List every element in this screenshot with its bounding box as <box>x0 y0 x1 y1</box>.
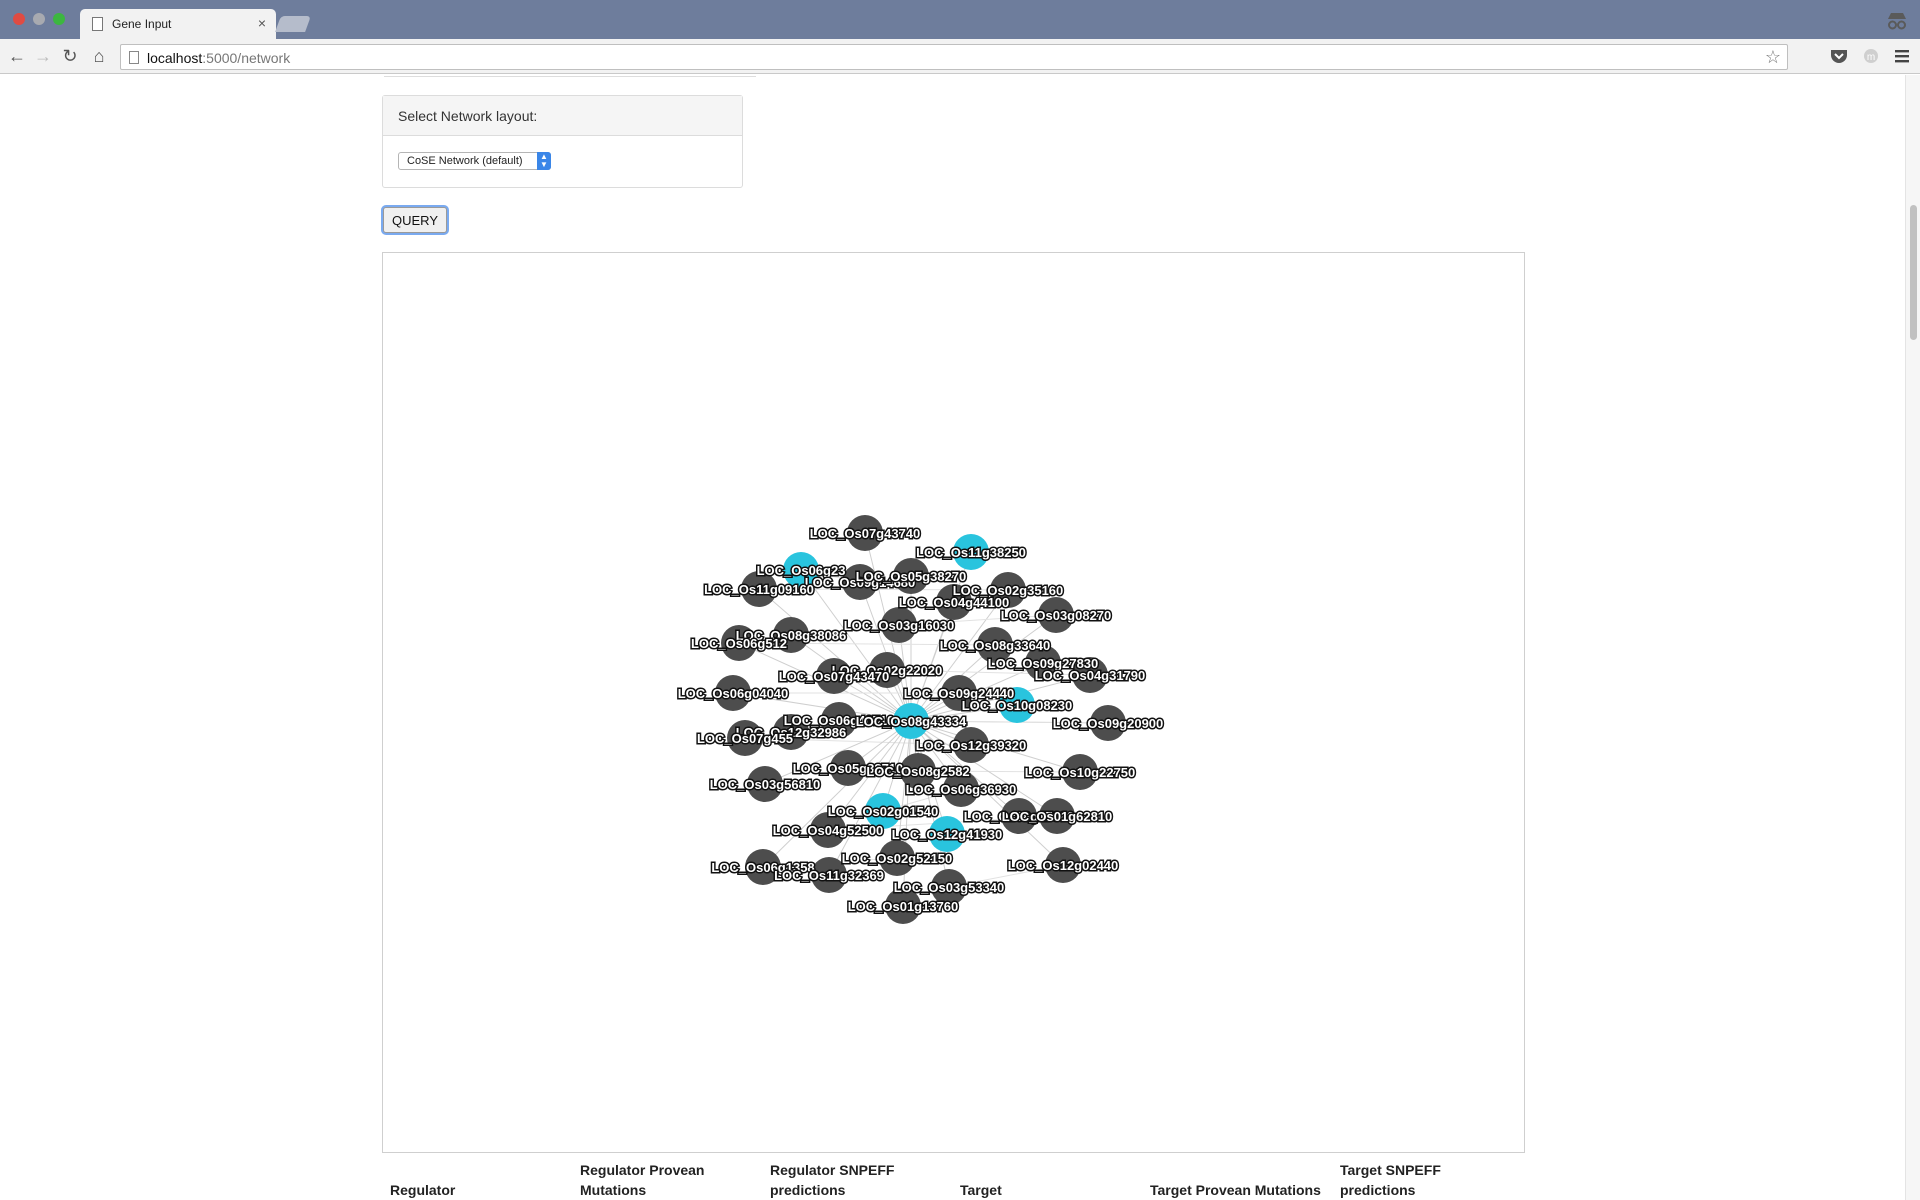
network-node-label: LOC_Os04g44100 <box>899 595 1010 610</box>
network-layout-panel: Select Network layout: CoSE Network (def… <box>382 95 743 188</box>
browser-tab[interactable]: Gene Input × <box>80 9 276 39</box>
network-node-label: LOC_Os07g43470 <box>779 669 890 684</box>
address-bar[interactable]: localhost:5000/network ☆ <box>120 44 1788 70</box>
home-button[interactable]: ⌂ <box>88 45 110 67</box>
network-node-label: LOC_Os10g22750 <box>1025 765 1136 780</box>
network-node-label: LOC_Os02g01540 <box>828 804 939 819</box>
network-canvas[interactable]: LOC_Os07g43740 LOC_Os11g38250 LOC_Os06g23 L… <box>382 252 1525 1153</box>
page-icon <box>92 17 103 31</box>
url-text: localhost:5000/network <box>147 50 291 66</box>
network-node-label: LOC_Os06g36930 <box>906 782 1017 797</box>
scrollbar-thumb[interactable] <box>1910 205 1917 340</box>
window-close-button[interactable] <box>13 13 25 25</box>
network-node-label: LOC_Os02g52150 <box>842 851 953 866</box>
network-node-label: LOC_Os03g08270 <box>1001 608 1112 623</box>
network-node-label: LOC_Os10g08230 <box>962 698 1073 713</box>
network-node-label: LOC_Os09g20900 <box>1053 716 1164 731</box>
network-node-label: LOC_Os12g41930 <box>892 827 1003 842</box>
network-node-label: LOC_Os03g16030 <box>844 618 955 633</box>
window-maximize-button[interactable] <box>53 13 65 25</box>
menu-icon[interactable] <box>1893 48 1911 64</box>
network-node-label: LOC_Os03g53340 <box>894 880 1005 895</box>
extension-icon[interactable]: m <box>1862 48 1880 64</box>
network-layout-heading: Select Network layout: <box>383 96 742 136</box>
network-layout-selected: CoSE Network (default) <box>407 155 523 167</box>
col-target-snpeff: Target SNPEFF predictions <box>1340 1162 1441 1198</box>
network-node-label: LOC_Os05g38270 <box>856 569 967 584</box>
network-node-label: LOC_Os11g38250 <box>916 545 1026 560</box>
network-node-label: LOC_Os01g62810 <box>1002 809 1113 824</box>
select-arrows-icon: ▲ ▼ <box>537 152 551 170</box>
network-node-label: LOC_Os04g31790 <box>1035 668 1146 683</box>
browser-toolbar: ← → ↻ ⌂ localhost:5000/network ☆ m <box>0 39 1920 74</box>
page-content: Select Network layout: CoSE Network (def… <box>0 75 1905 1200</box>
network-graph[interactable]: LOC_Os07g43740LOC_Os11g38250LOC_Os06g23L… <box>383 253 1524 1152</box>
window-titlebar: Gene Input × <box>0 0 1920 39</box>
window-minimize-button[interactable] <box>33 13 45 25</box>
new-tab-button[interactable] <box>275 16 311 32</box>
back-button[interactable]: ← <box>6 45 28 67</box>
network-node-label: LOC_Os08g33640 <box>940 638 1051 653</box>
star-icon[interactable]: ☆ <box>1765 47 1781 68</box>
query-button[interactable]: QUERY <box>383 207 447 233</box>
forward-button[interactable]: → <box>32 45 54 67</box>
network-node-label: LOC_Os08g43334 <box>856 714 967 729</box>
page-scrollbar[interactable] <box>1905 75 1920 1200</box>
network-node-label: LOC_Os12g02440 <box>1008 858 1119 873</box>
page-icon <box>129 51 139 64</box>
results-table-header: Regulator Regulator Provean Mutations Re… <box>382 1160 1525 1200</box>
network-node-label: LOC_Os03g56810 <box>710 777 821 792</box>
network-node-label: LOC_Os08g2582 <box>866 764 969 779</box>
network-layout-select[interactable]: CoSE Network (default) ▲ ▼ <box>398 152 551 170</box>
network-node-label: LOC_Os04g52500 <box>773 823 884 838</box>
incognito-icon <box>1888 13 1906 30</box>
tab-close-icon[interactable]: × <box>258 15 266 31</box>
col-target-provean: Target Provean Mutations <box>1150 1182 1321 1198</box>
tab-title: Gene Input <box>112 17 172 31</box>
network-node-label: LOC_Os07g455 <box>697 731 793 746</box>
network-node-label: LOC_Os07g43740 <box>810 526 921 541</box>
pocket-icon[interactable] <box>1830 48 1848 64</box>
network-node-label: LOC_Os12g39320 <box>916 738 1027 753</box>
reload-button[interactable]: ↻ <box>59 45 81 67</box>
previous-panel-edge <box>384 75 756 77</box>
network-node-label: LOC_Os06g04040 <box>678 686 789 701</box>
network-node-label: LOC_Os01g13760 <box>848 899 959 914</box>
svg-text:m: m <box>1867 52 1875 63</box>
network-node-label: LOC_Os06g512 <box>691 636 787 651</box>
col-regulator-provean: Regulator Provean Mutations <box>580 1162 705 1198</box>
col-regulator-snpeff: Regulator SNPEFF predictions <box>770 1162 895 1198</box>
network-node-label: LOC_Os11g32369 <box>774 868 884 883</box>
network-node-label: LOC_Os11g09160 <box>704 582 814 597</box>
col-regulator: Regulator <box>390 1182 456 1198</box>
col-target: Target <box>960 1182 1002 1198</box>
